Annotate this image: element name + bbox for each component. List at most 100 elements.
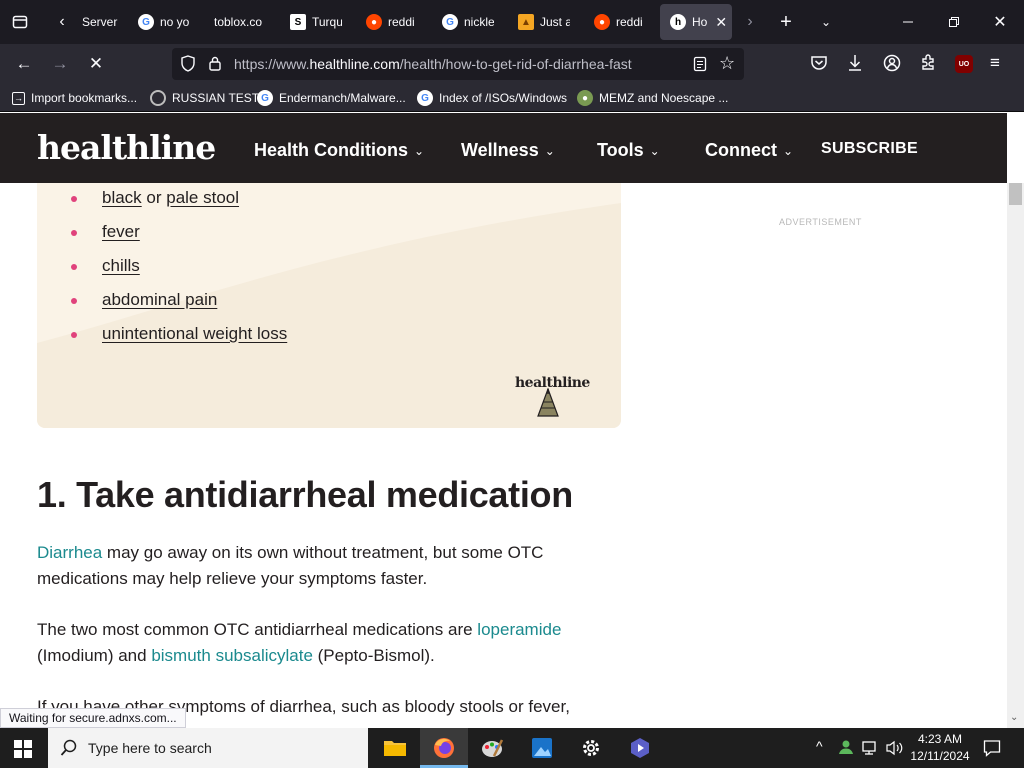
tab-5[interactable]: Gnickle bbox=[442, 4, 494, 40]
chevron-down-icon: ⌄ bbox=[649, 144, 660, 158]
stop-loading-icon[interactable]: ✕ bbox=[80, 48, 112, 80]
file-explorer-icon[interactable] bbox=[381, 734, 409, 762]
symptom-item: black or pale stool bbox=[102, 188, 239, 208]
nav-label: Health Conditions bbox=[254, 140, 408, 160]
user-tray-icon[interactable] bbox=[838, 739, 854, 760]
google-icon: G bbox=[442, 14, 458, 30]
show-hidden-icons-icon[interactable]: ^ bbox=[816, 738, 823, 754]
reader-view-icon[interactable] bbox=[693, 56, 707, 77]
forward-icon[interactable]: → bbox=[44, 48, 76, 80]
url-prefix: https://www. bbox=[234, 56, 310, 72]
bookmark-star-icon[interactable]: ☆ bbox=[719, 53, 735, 74]
close-window-icon[interactable]: ✕ bbox=[984, 6, 1016, 38]
google-icon: G bbox=[417, 90, 433, 106]
settings-gear-icon[interactable] bbox=[577, 734, 605, 762]
loperamide-link[interactable]: loperamide bbox=[477, 620, 561, 639]
healthline-logo[interactable]: healthline bbox=[37, 128, 216, 167]
nav-connect[interactable]: Connect ⌄ bbox=[705, 140, 793, 161]
tab-title: Server bbox=[82, 15, 118, 29]
tab-4[interactable]: ● reddi bbox=[366, 4, 418, 40]
minimize-icon[interactable] bbox=[892, 6, 924, 38]
chevron-down-icon: ⌄ bbox=[544, 144, 555, 158]
bookmark-endermanch[interactable]: G Endermanch/Malware... bbox=[257, 89, 406, 107]
bookmark-label: Endermanch/Malware... bbox=[279, 91, 406, 105]
paragraph-text: may go away on its own without treatment… bbox=[102, 543, 544, 562]
paint-icon[interactable] bbox=[478, 734, 506, 762]
google-icon: G bbox=[257, 90, 273, 106]
bullet-icon bbox=[71, 230, 77, 236]
tab-title: no yo bbox=[160, 15, 190, 29]
nav-tools[interactable]: Tools ⌄ bbox=[597, 140, 660, 161]
tab-2[interactable]: toblox.co bbox=[214, 4, 266, 40]
close-tab-icon[interactable]: ✕ bbox=[715, 14, 727, 31]
clock-date: 12/11/2024 bbox=[910, 749, 970, 763]
tab-scroll-right-icon[interactable]: › bbox=[734, 6, 766, 38]
nav-health-conditions[interactable]: Health Conditions ⌄ bbox=[254, 140, 424, 161]
clipchamp-icon[interactable] bbox=[626, 734, 654, 762]
tab-6[interactable]: ▲ Just a bbox=[518, 4, 570, 40]
tab-3[interactable]: S Turqu bbox=[290, 4, 342, 40]
shield-icon[interactable] bbox=[180, 55, 196, 77]
scroll-down-arrow-icon[interactable]: ⌄ bbox=[1010, 712, 1018, 723]
taskbar-clock[interactable]: 4:23 AM 12/11/2024 bbox=[910, 731, 970, 765]
import-icon: → bbox=[12, 91, 25, 105]
lock-icon[interactable] bbox=[208, 55, 222, 76]
reddit-icon: ● bbox=[594, 14, 610, 30]
bookmark-import[interactable]: → Import bookmarks... bbox=[12, 89, 137, 107]
paragraph-2-line-1: The two most common OTC antidiarrheal me… bbox=[37, 620, 561, 640]
nav-label: Tools bbox=[597, 140, 644, 160]
menu-icon[interactable]: ≡ bbox=[990, 53, 1000, 73]
clock-time: 4:23 AM bbox=[917, 732, 963, 746]
bookmark-label: Import bookmarks... bbox=[31, 91, 138, 105]
bullet-icon bbox=[71, 196, 77, 202]
extensions-icon[interactable] bbox=[920, 54, 937, 76]
tab-title: Turqu bbox=[312, 15, 342, 29]
scrollbar-thumb[interactable] bbox=[1009, 183, 1022, 205]
tab-title: Ho bbox=[692, 15, 708, 29]
nav-label: Wellness bbox=[461, 140, 539, 160]
tab-active[interactable]: h Ho ✕ bbox=[660, 4, 732, 40]
symptom-link-weight-loss[interactable]: unintentional weight loss bbox=[102, 324, 287, 344]
tab-1[interactable]: Gno yo bbox=[138, 4, 190, 40]
chevron-down-icon: ⌄ bbox=[414, 144, 425, 158]
pocket-icon[interactable] bbox=[810, 55, 828, 76]
back-icon[interactable]: ← bbox=[8, 48, 40, 80]
chevron-down-icon: ⌄ bbox=[783, 144, 794, 158]
tab-title: nickle bbox=[464, 15, 494, 29]
symptom-link-fever[interactable]: fever bbox=[102, 222, 140, 242]
page-scrollbar[interactable] bbox=[1007, 183, 1024, 728]
notifications-icon[interactable] bbox=[983, 739, 1001, 762]
account-icon[interactable] bbox=[883, 54, 901, 77]
symptom-link-abdominal-pain[interactable]: abdominal pain bbox=[102, 290, 217, 310]
downloads-icon[interactable] bbox=[847, 54, 863, 77]
ublock-origin-icon[interactable]: UO bbox=[955, 55, 973, 73]
bookmark-isos[interactable]: G Index of /ISOs/Windows bbox=[417, 89, 567, 107]
bookmark-russian-test[interactable]: RUSSIAN TEST bbox=[150, 89, 259, 107]
diarrhea-link[interactable]: Diarrhea bbox=[37, 543, 102, 562]
tab-title: toblox.co bbox=[214, 15, 263, 29]
nav-wellness[interactable]: Wellness ⌄ bbox=[461, 140, 555, 161]
url-text[interactable]: https://www.healthline.com/health/how-to… bbox=[234, 56, 632, 72]
github-icon bbox=[150, 90, 166, 106]
photos-icon[interactable] bbox=[528, 734, 556, 762]
symptom-link-black[interactable]: black bbox=[102, 188, 142, 207]
bookmark-memz[interactable]: ● MEMZ and Noescape ... bbox=[577, 89, 728, 107]
bismuth-subsalicylate-link[interactable]: bismuth subsalicylate bbox=[151, 646, 313, 665]
volume-icon[interactable] bbox=[886, 740, 904, 761]
windows-start-icon[interactable] bbox=[14, 740, 32, 763]
tab-scroll-left-icon[interactable]: ‹ bbox=[46, 6, 78, 38]
network-icon[interactable] bbox=[862, 740, 880, 761]
restore-icon[interactable] bbox=[938, 6, 970, 38]
tab-7[interactable]: ● reddi bbox=[594, 4, 646, 40]
firefox-icon[interactable] bbox=[430, 734, 458, 762]
firefox-view-icon[interactable] bbox=[4, 6, 36, 38]
list-tabs-icon[interactable]: ⌄ bbox=[810, 6, 842, 38]
url-domain: healthline.com bbox=[309, 56, 400, 72]
subscribe-link[interactable]: SUBSCRIBE bbox=[821, 140, 918, 158]
symptom-link-pale-stool[interactable]: pale stool bbox=[166, 188, 239, 207]
tab-0[interactable]: Server bbox=[82, 4, 118, 40]
symptom-link-chills[interactable]: chills bbox=[102, 256, 140, 276]
new-tab-icon[interactable]: + bbox=[770, 6, 802, 38]
nav-label: Connect bbox=[705, 140, 777, 160]
tab-title: Just a bbox=[540, 15, 570, 29]
